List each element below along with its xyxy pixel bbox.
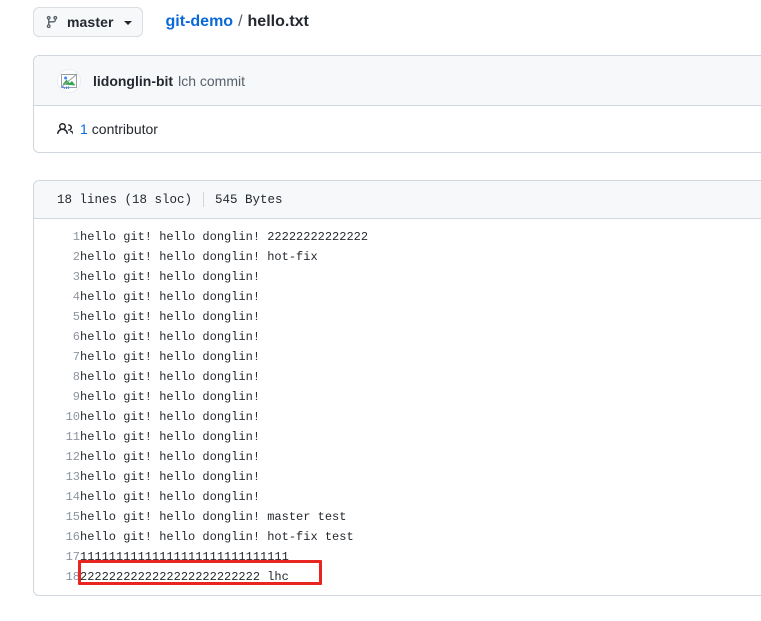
code-line-row: 11 hello git! hello donglin!: [34, 427, 761, 447]
commit-message[interactable]: lch commit: [178, 73, 245, 89]
code-line-number[interactable]: 5: [34, 307, 80, 327]
people-icon: [57, 121, 73, 137]
code-line-number[interactable]: 7: [34, 347, 80, 367]
code-line-content: hello git! hello donglin!: [80, 290, 261, 304]
code-line-number[interactable]: 16: [34, 527, 80, 547]
breadcrumb-separator: /: [238, 13, 243, 30]
code-line-row: 15 hello git! hello donglin! master test: [34, 507, 761, 527]
blob-line-count: 18 lines (18 sloc): [57, 192, 193, 207]
code-line-row: 18 2222222222222222222222222 lhc: [34, 567, 761, 587]
code-line-row: 6 hello git! hello donglin!: [34, 327, 761, 347]
code-line-number[interactable]: 15: [34, 507, 80, 527]
code-line-number[interactable]: 1: [34, 227, 80, 247]
latest-commit-row: lidonglin-bit lch commit: [34, 56, 761, 106]
blob-meta: 18 lines (18 sloc) 545 Bytes: [57, 192, 283, 207]
contributor-count: 1: [80, 121, 88, 137]
code-line-content: hello git! hello donglin!: [80, 450, 261, 464]
code-line-number[interactable]: 3: [34, 267, 80, 287]
code-line-content: 11111111111111111111111111111: [80, 550, 289, 564]
code-line-row: 5 hello git! hello donglin!: [34, 307, 761, 327]
file-blob-panel: 18 lines (18 sloc) 545 Bytes 1 hello git!…: [33, 180, 761, 596]
code-line-content: hello git! hello donglin!: [80, 470, 261, 484]
code-line-content: hello git! hello donglin! master test: [80, 510, 347, 524]
code-line-number[interactable]: 17: [34, 547, 80, 567]
contributor-label: contributor: [91, 121, 158, 137]
code-line-content: hello git! hello donglin!: [80, 350, 261, 364]
broken-image-avatar-icon[interactable]: [57, 68, 81, 93]
code-line-number[interactable]: 2: [34, 247, 80, 267]
code-line-number[interactable]: 9: [34, 387, 80, 407]
breadcrumb-filename: hello.txt: [247, 13, 309, 30]
code-line-row: 3 hello git! hello donglin!: [34, 267, 761, 287]
branch-selector-button[interactable]: master: [33, 7, 143, 37]
code-line-row: 7 hello git! hello donglin!: [34, 347, 761, 367]
code-line-number[interactable]: 11: [34, 427, 80, 447]
code-line-number[interactable]: 13: [34, 467, 80, 487]
code-line-number[interactable]: 6: [34, 327, 80, 347]
code-table: 1 hello git! hello donglin! 2222222222222…: [34, 227, 761, 587]
code-line-row: 2 hello git! hello donglin! hot-fix: [34, 247, 761, 267]
code-line-content: hello git! hello donglin! 22222222222222: [80, 230, 369, 244]
code-line-content: hello git! hello donglin!: [80, 330, 261, 344]
commit-author-name[interactable]: lidonglin-bit: [93, 73, 173, 89]
blob-header: 18 lines (18 sloc) 545 Bytes: [34, 181, 761, 219]
contributors-link[interactable]: 1 contributor: [57, 121, 158, 137]
code-line-content: hello git! hello donglin!: [80, 370, 261, 384]
code-line-row: 17 11111111111111111111111111111: [34, 547, 761, 567]
code-line-content: hello git! hello donglin! hot-fix test: [80, 530, 354, 544]
blob-meta-divider: [203, 192, 205, 207]
code-line-row: 12 hello git! hello donglin!: [34, 447, 761, 467]
code-line-number[interactable]: 18: [34, 567, 80, 587]
chevron-down-icon: [123, 20, 132, 25]
git-branch-icon: [45, 14, 59, 30]
breadcrumb: git-demo / hello.txt: [166, 13, 309, 31]
code-line-content: 2222222222222222222222222 lhc: [80, 570, 289, 584]
code-line-number[interactable]: 8: [34, 367, 80, 387]
code-line-row: 9 hello git! hello donglin!: [34, 387, 761, 407]
code-table-body: 1 hello git! hello donglin! 2222222222222…: [34, 227, 761, 587]
commit-info-panel: lidonglin-bit lch commit 1 contributor: [33, 55, 761, 153]
code-line-content: hello git! hello donglin! hot-fix: [80, 250, 318, 264]
code-line-content: hello git! hello donglin!: [80, 430, 261, 444]
code-line-content: hello git! hello donglin!: [80, 390, 261, 404]
code-line-number[interactable]: 4: [34, 287, 80, 307]
code-line-content: hello git! hello donglin!: [80, 410, 261, 424]
code-line-row: 4 hello git! hello donglin!: [34, 287, 761, 307]
code-line-row: 13 hello git! hello donglin!: [34, 467, 761, 487]
contributors-row: 1 contributor: [34, 106, 761, 152]
branch-name-label: master: [67, 14, 114, 30]
blob-code-body: 1 hello git! hello donglin! 2222222222222…: [34, 219, 761, 595]
code-line-number[interactable]: 12: [34, 447, 80, 467]
file-navigation-bar: master git-demo / hello.txt: [33, 6, 309, 38]
code-line-row: 1 hello git! hello donglin! 2222222222222…: [34, 227, 761, 247]
code-line-content: hello git! hello donglin!: [80, 270, 261, 284]
code-line-number[interactable]: 10: [34, 407, 80, 427]
github-file-view-page: master git-demo / hello.txt lidonglin-bi…: [0, 0, 761, 621]
code-line-number[interactable]: 14: [34, 487, 80, 507]
code-line-row: 10 hello git! hello donglin!: [34, 407, 761, 427]
code-line-content: hello git! hello donglin!: [80, 490, 261, 504]
code-line-content: hello git! hello donglin!: [80, 310, 261, 324]
breadcrumb-repo-link[interactable]: git-demo: [166, 13, 234, 31]
code-line-row: 16 hello git! hello donglin! hot-fix test: [34, 527, 761, 547]
blob-file-size: 545 Bytes: [215, 192, 283, 207]
code-line-row: 8 hello git! hello donglin!: [34, 367, 761, 387]
code-line-row: 14 hello git! hello donglin!: [34, 487, 761, 507]
